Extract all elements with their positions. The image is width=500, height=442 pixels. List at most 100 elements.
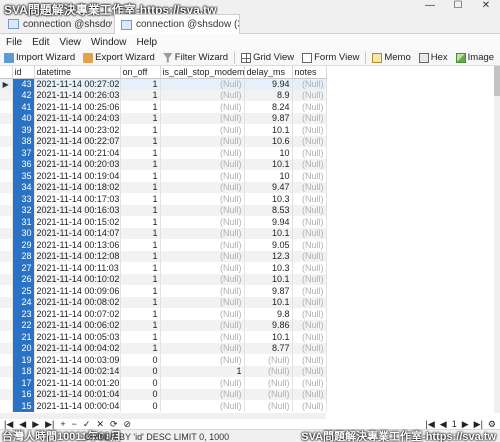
cell-notes[interactable]: (Null) bbox=[292, 147, 327, 159]
table-row[interactable]: 36 2021-11-14 00:20:03 1 (Null) 10.1 (Null) bbox=[0, 158, 327, 170]
cell-id[interactable]: 42 bbox=[12, 89, 35, 101]
export-wizard-button[interactable]: Export Wizard bbox=[81, 52, 157, 63]
cell-datetime[interactable]: 2021-11-14 00:05:03 bbox=[34, 331, 121, 343]
cell-datetime[interactable]: 2021-11-14 00:13:06 bbox=[34, 239, 121, 251]
row-indicator[interactable] bbox=[0, 365, 13, 377]
cell-on-off[interactable]: 1 bbox=[120, 308, 161, 320]
cell-delay-ms[interactable]: 10.3 bbox=[244, 193, 293, 205]
cell-notes[interactable]: (Null) bbox=[292, 227, 327, 239]
cell-delay-ms[interactable]: 10 bbox=[244, 170, 293, 182]
cell-is-call-stop-modem[interactable]: (Null) bbox=[160, 250, 245, 262]
row-indicator[interactable] bbox=[0, 89, 13, 101]
cell-is-call-stop-modem[interactable]: 1 bbox=[160, 365, 245, 377]
cell-id[interactable]: 23 bbox=[12, 308, 35, 320]
cell-notes[interactable]: (Null) bbox=[292, 388, 327, 400]
cell-delay-ms[interactable]: (Null) bbox=[244, 388, 293, 400]
cell-is-call-stop-modem[interactable]: (Null) bbox=[160, 273, 245, 285]
import-wizard-button[interactable]: Import Wizard bbox=[2, 52, 77, 63]
cell-delay-ms[interactable]: 10.1 bbox=[244, 331, 293, 343]
cell-on-off[interactable]: 1 bbox=[120, 78, 161, 90]
cell-notes[interactable]: (Null) bbox=[292, 365, 327, 377]
row-indicator[interactable] bbox=[0, 308, 13, 320]
table-row[interactable]: 27 2021-11-14 00:11:03 1 (Null) 10.3 (Null) bbox=[0, 262, 327, 274]
cell-id[interactable]: 29 bbox=[12, 239, 35, 251]
menu-edit[interactable]: Edit bbox=[32, 37, 49, 48]
cell-id[interactable]: 15 bbox=[12, 400, 35, 412]
table-row[interactable]: 34 2021-11-14 00:18:02 1 (Null) 9.47 (Null) bbox=[0, 181, 327, 193]
cell-is-call-stop-modem[interactable]: (Null) bbox=[160, 331, 245, 343]
cell-is-call-stop-modem[interactable]: (Null) bbox=[160, 101, 245, 113]
cell-notes[interactable]: (Null) bbox=[292, 331, 327, 343]
cell-datetime[interactable]: 2021-11-14 00:04:02 bbox=[34, 342, 121, 354]
cell-id[interactable]: 24 bbox=[12, 296, 35, 308]
cell-on-off[interactable]: 0 bbox=[120, 388, 161, 400]
table-row[interactable]: 38 2021-11-14 00:22:07 1 (Null) 10.6 (Null) bbox=[0, 135, 327, 147]
menu-file[interactable]: File bbox=[6, 37, 22, 48]
cell-delay-ms[interactable]: 9.47 bbox=[244, 181, 293, 193]
table-row[interactable]: 21 2021-11-14 00:05:03 1 (Null) 10.1 (Null) bbox=[0, 331, 327, 343]
cell-on-off[interactable]: 1 bbox=[120, 193, 161, 205]
maximize-button[interactable]: ☐ bbox=[444, 0, 472, 14]
cell-notes[interactable]: (Null) bbox=[292, 204, 327, 216]
row-indicator[interactable] bbox=[0, 239, 13, 251]
cell-on-off[interactable]: 1 bbox=[120, 204, 161, 216]
cell-id[interactable]: 43 bbox=[12, 78, 35, 90]
row-indicator[interactable] bbox=[0, 388, 13, 400]
cell-datetime[interactable]: 2021-11-14 00:21:04 bbox=[34, 147, 121, 159]
cell-id[interactable]: 31 bbox=[12, 216, 35, 228]
cell-notes[interactable]: (Null) bbox=[292, 170, 327, 182]
cell-datetime[interactable]: 2021-11-14 00:06:02 bbox=[34, 319, 121, 331]
cell-id[interactable]: 30 bbox=[12, 227, 35, 239]
cell-notes[interactable]: (Null) bbox=[292, 342, 327, 354]
cell-is-call-stop-modem[interactable]: (Null) bbox=[160, 377, 245, 389]
cell-datetime[interactable]: 2021-11-14 00:07:02 bbox=[34, 308, 121, 320]
cell-id[interactable]: 19 bbox=[12, 354, 35, 366]
cell-is-call-stop-modem[interactable]: (Null) bbox=[160, 216, 245, 228]
cell-notes[interactable]: (Null) bbox=[292, 319, 327, 331]
cell-on-off[interactable]: 0 bbox=[120, 377, 161, 389]
cell-on-off[interactable]: 1 bbox=[120, 158, 161, 170]
cell-is-call-stop-modem[interactable]: (Null) bbox=[160, 388, 245, 400]
cell-on-off[interactable]: 0 bbox=[120, 400, 161, 412]
table-row[interactable]: 26 2021-11-14 00:10:02 1 (Null) 10.1 (Null) bbox=[0, 273, 327, 285]
cell-delay-ms[interactable]: 9.94 bbox=[244, 216, 293, 228]
cell-notes[interactable]: (Null) bbox=[292, 89, 327, 101]
cell-is-call-stop-modem[interactable]: (Null) bbox=[160, 319, 245, 331]
cell-is-call-stop-modem[interactable]: (Null) bbox=[160, 296, 245, 308]
cell-is-call-stop-modem[interactable]: (Null) bbox=[160, 147, 245, 159]
cell-is-call-stop-modem[interactable]: (Null) bbox=[160, 170, 245, 182]
cell-notes[interactable]: (Null) bbox=[292, 101, 327, 113]
cell-datetime[interactable]: 2021-11-14 00:20:03 bbox=[34, 158, 121, 170]
tab-connection-2[interactable]: connection @shsdow (3... ✕ bbox=[114, 14, 240, 34]
cell-datetime[interactable]: 2021-11-14 00:19:04 bbox=[34, 170, 121, 182]
cell-notes[interactable]: (Null) bbox=[292, 239, 327, 251]
cell-datetime[interactable]: 2021-11-14 00:11:03 bbox=[34, 262, 121, 274]
table-row[interactable]: 32 2021-11-14 00:16:03 1 (Null) 8.53 (Null) bbox=[0, 204, 327, 216]
table-row[interactable]: 17 2021-11-14 00:01:20 0 (Null) (Null) (Null) bbox=[0, 377, 327, 389]
cell-id[interactable]: 36 bbox=[12, 158, 35, 170]
cell-on-off[interactable]: 1 bbox=[120, 273, 161, 285]
table-row[interactable]: 19 2021-11-14 00:03:09 0 (Null) (Null) (Null) bbox=[0, 354, 327, 366]
cell-on-off[interactable]: 1 bbox=[120, 319, 161, 331]
row-indicator[interactable] bbox=[0, 377, 13, 389]
vertical-scrollbar-thumb[interactable] bbox=[494, 66, 500, 96]
cell-datetime[interactable]: 2021-11-14 00:26:03 bbox=[34, 89, 121, 101]
cell-is-call-stop-modem[interactable]: (Null) bbox=[160, 285, 245, 297]
cell-datetime[interactable]: 2021-11-14 00:03:09 bbox=[34, 354, 121, 366]
cell-on-off[interactable]: 1 bbox=[120, 285, 161, 297]
cell-on-off[interactable]: 0 bbox=[120, 354, 161, 366]
cell-id[interactable]: 26 bbox=[12, 273, 35, 285]
row-indicator[interactable] bbox=[0, 216, 13, 228]
cell-delay-ms[interactable]: 10.1 bbox=[244, 158, 293, 170]
row-indicator[interactable] bbox=[0, 342, 13, 354]
stop-button[interactable]: ⊘ bbox=[124, 419, 132, 429]
cell-on-off[interactable]: 1 bbox=[120, 101, 161, 113]
column-header-on-off[interactable]: on_off bbox=[120, 66, 161, 79]
cell-id[interactable]: 27 bbox=[12, 262, 35, 274]
column-header-notes[interactable]: notes bbox=[292, 66, 327, 79]
cell-on-off[interactable]: 1 bbox=[120, 250, 161, 262]
cell-delay-ms[interactable]: 10.1 bbox=[244, 273, 293, 285]
row-indicator[interactable] bbox=[0, 296, 13, 308]
column-header-is-call-stop-modem[interactable]: is_call_stop_modem bbox=[160, 66, 245, 79]
cell-id[interactable]: 25 bbox=[12, 285, 35, 297]
